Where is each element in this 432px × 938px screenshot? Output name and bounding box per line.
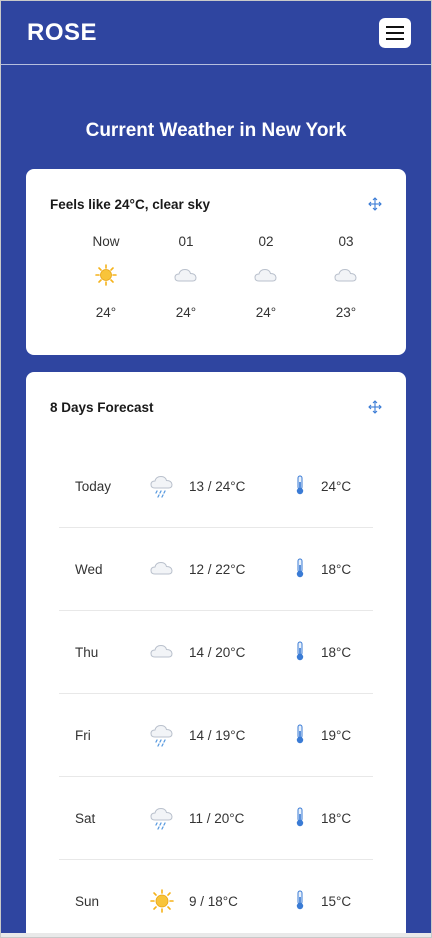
brand-logo[interactable]: ROSE [27, 19, 97, 47]
forecast-range: 14 / 19°C [189, 727, 246, 743]
move-arrows-icon[interactable] [368, 400, 382, 414]
menu-button[interactable] [379, 17, 411, 48]
hamburger-icon [386, 25, 404, 40]
hour-temp: 24° [175, 305, 197, 320]
forecast-row: Fri 14 / 19°C 19°C [59, 694, 373, 777]
forecast-feels-temp: 18°C [321, 644, 352, 660]
hour-temp: 23° [335, 305, 357, 320]
cloud-icon [254, 268, 277, 282]
thermometer-icon [296, 890, 304, 910]
forecast-feels-temp: 24°C [321, 478, 352, 494]
forecast-range: 11 / 20°C [189, 810, 245, 826]
forecast-range: 13 / 24°C [189, 478, 246, 494]
cloud-icon [334, 268, 357, 282]
forecast-range: 14 / 20°C [189, 644, 246, 660]
forecast-row: Wed 12 / 22°C 18°C [59, 528, 373, 611]
cloud-icon [174, 268, 197, 282]
cloud-icon [150, 561, 173, 575]
current-weather-card: Feels like 24°C, clear sky Now 24° 01 24… [26, 169, 406, 355]
forecast-range: 9 / 18°C [189, 893, 238, 909]
top-navbar: ROSE [1, 1, 431, 65]
forecast-day: Sat [75, 810, 96, 826]
rain-cloud-icon [150, 807, 173, 830]
forecast-day: Thu [75, 644, 99, 660]
page-title: Current Weather in New York [85, 120, 347, 141]
hour-item: Now 24° [83, 234, 129, 320]
forecast-feels-temp: 15°C [321, 893, 352, 909]
sun-icon [150, 889, 174, 913]
forecast-list: Today 13 / 24°C 24°C Wed 12 / 22°C 18°C … [59, 445, 373, 937]
forecast-feels-temp: 19°C [321, 727, 352, 743]
thermometer-icon [296, 641, 304, 661]
forecast-row: Sat 11 / 20°C 18°C [59, 777, 373, 860]
hour-item: 03 23° [323, 234, 369, 320]
rain-cloud-icon [150, 724, 173, 747]
hour-item: 01 24° [163, 234, 209, 320]
cloud-icon [150, 644, 173, 658]
forecast-feels-temp: 18°C [321, 561, 352, 577]
thermometer-icon [296, 724, 304, 744]
hourly-forecast: Now 24° 01 24° 02 24° 03 23° [50, 234, 382, 320]
thermometer-icon [296, 558, 304, 578]
forecast-row: Today 13 / 24°C 24°C [59, 445, 373, 528]
forecast-day: Fri [75, 727, 91, 743]
forecast-range: 12 / 22°C [189, 561, 246, 577]
current-summary: Feels like 24°C, clear sky [50, 197, 211, 212]
app-frame: ROSE Current Weather in New York Feels l… [0, 0, 432, 938]
hour-temp: 24° [95, 305, 117, 320]
forecast-row: Thu 14 / 20°C 18°C [59, 611, 373, 694]
hour-label: Now [92, 234, 120, 249]
rain-cloud-icon [150, 475, 173, 498]
hour-item: 02 24° [243, 234, 289, 320]
daily-forecast-card: 8 Days Forecast Today 13 / 24°C 24°C Wed… [26, 372, 406, 937]
forecast-day: Wed [75, 561, 103, 577]
page-bottom-edge [1, 933, 431, 937]
hour-label: 02 [258, 234, 274, 249]
move-arrows-icon[interactable] [368, 197, 382, 211]
forecast-row: Sun 9 / 18°C 15°C [59, 860, 373, 937]
hour-label: 01 [178, 234, 194, 249]
hour-label: 03 [338, 234, 354, 249]
forecast-feels-temp: 18°C [321, 810, 352, 826]
sun-icon [95, 264, 117, 286]
thermometer-icon [296, 807, 304, 827]
hour-temp: 24° [255, 305, 277, 320]
forecast-day: Sun [75, 893, 100, 909]
forecast-day: Today [75, 478, 112, 494]
forecast-title: 8 Days Forecast [50, 400, 154, 415]
thermometer-icon [296, 475, 304, 495]
